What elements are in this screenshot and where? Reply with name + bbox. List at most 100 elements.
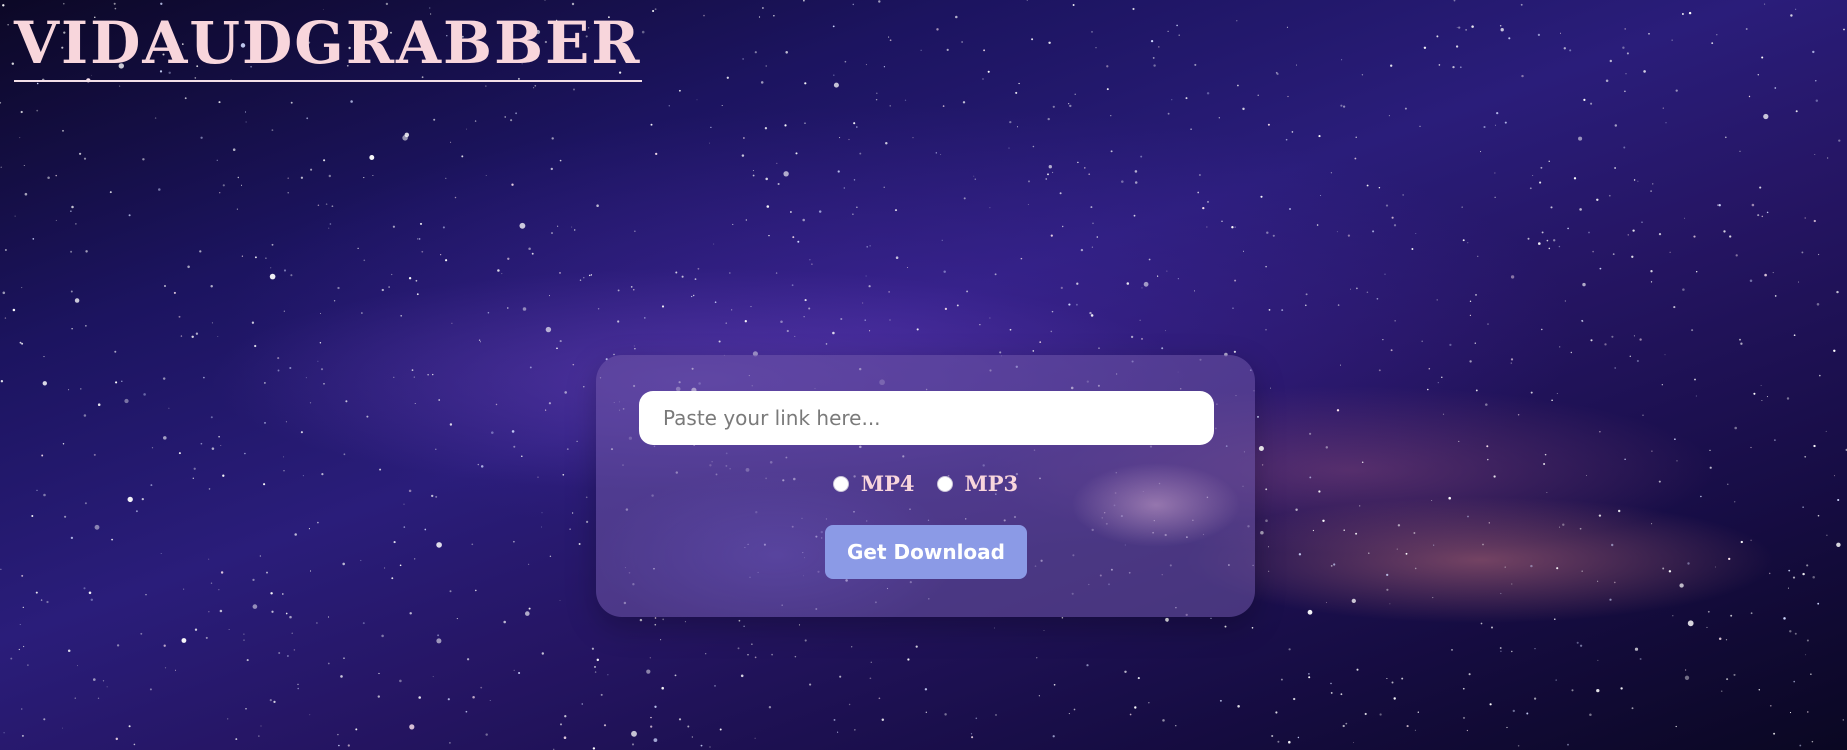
star [709, 746, 711, 748]
star [1548, 160, 1550, 162]
star [999, 351, 1002, 354]
star [408, 277, 412, 280]
star [1816, 303, 1820, 306]
star [1625, 73, 1627, 75]
star [1402, 194, 1404, 196]
star [852, 213, 854, 215]
star [287, 177, 290, 180]
star [1718, 204, 1721, 207]
star [192, 477, 194, 479]
star [942, 105, 945, 107]
star [1015, 91, 1018, 94]
star [127, 496, 133, 503]
star [216, 159, 218, 161]
star [1388, 115, 1390, 117]
star [1134, 706, 1137, 709]
star [1624, 28, 1627, 30]
site-logo-title[interactable]: VIDAUDGRABBER [14, 14, 642, 82]
star [1194, 63, 1197, 66]
star [393, 376, 395, 378]
star [865, 275, 867, 277]
star [1161, 347, 1164, 350]
star [768, 234, 770, 237]
star [1406, 725, 1409, 728]
star [1487, 458, 1489, 461]
star [2, 291, 6, 295]
star [385, 2, 389, 6]
star [783, 171, 789, 177]
star [590, 274, 593, 276]
star [1480, 151, 1482, 153]
star [1275, 711, 1278, 714]
star [43, 718, 46, 721]
star [544, 0, 546, 1]
star [1728, 557, 1731, 561]
star [269, 273, 276, 280]
star [187, 265, 190, 269]
star [217, 335, 219, 337]
star [1818, 253, 1820, 256]
star [1427, 388, 1429, 391]
star [607, 674, 609, 676]
page: { "brand": { "title": "VIDAUDGRABBER" },… [0, 0, 1847, 750]
star [1390, 64, 1393, 67]
star [1417, 711, 1419, 713]
star [541, 512, 543, 514]
star [566, 448, 569, 450]
star [1141, 287, 1143, 289]
star [1039, 341, 1042, 343]
format-option-mp4[interactable]: MP4 [832, 471, 915, 496]
star [839, 675, 842, 678]
star [1251, 627, 1254, 629]
star [1162, 719, 1165, 722]
star [14, 215, 16, 217]
star [1658, 480, 1661, 483]
star [1052, 171, 1054, 174]
star [252, 604, 258, 609]
star [1305, 304, 1307, 307]
star [449, 742, 451, 744]
star [1826, 157, 1829, 159]
mp4-radio[interactable] [832, 475, 849, 492]
star [869, 677, 872, 680]
star [1559, 346, 1561, 348]
star [1232, 307, 1234, 309]
get-download-button[interactable]: Get Download [825, 525, 1027, 579]
star [2, 4, 5, 7]
star [1356, 668, 1359, 671]
star [1177, 278, 1179, 280]
star [866, 246, 868, 248]
star [729, 272, 731, 274]
star [1609, 59, 1613, 63]
star [1260, 530, 1264, 535]
mp3-radio[interactable] [936, 475, 953, 492]
star [1717, 204, 1719, 206]
star [1709, 449, 1711, 452]
star [1281, 309, 1284, 312]
star [1391, 681, 1394, 684]
format-option-mp3[interactable]: MP3 [936, 471, 1018, 496]
star [35, 591, 38, 594]
star [210, 416, 213, 419]
star [1233, 350, 1236, 353]
star [1799, 744, 1802, 747]
star [1629, 355, 1631, 357]
star [848, 138, 850, 141]
star [135, 510, 138, 513]
star [0, 568, 2, 570]
star [0, 101, 2, 104]
star [1599, 431, 1601, 433]
star [708, 142, 710, 144]
star [1330, 691, 1333, 694]
star [411, 369, 414, 371]
link-input[interactable] [639, 391, 1214, 445]
star [317, 204, 320, 206]
star [548, 295, 551, 297]
star [283, 269, 287, 272]
star [1534, 648, 1536, 650]
star [603, 724, 607, 727]
star [363, 177, 365, 179]
star [1805, 654, 1807, 656]
star [1650, 281, 1653, 283]
star [1795, 110, 1798, 113]
